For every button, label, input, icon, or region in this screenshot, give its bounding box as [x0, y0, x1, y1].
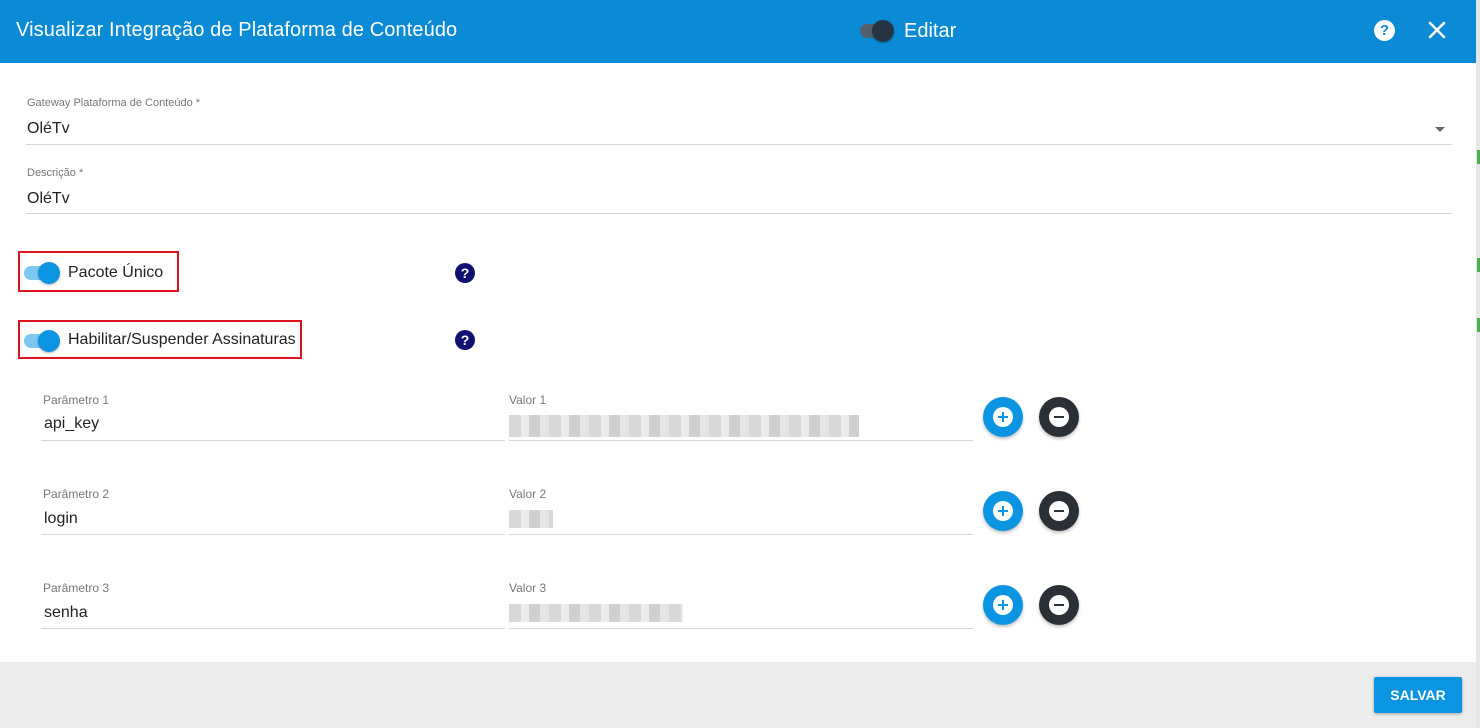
- minus-icon: [1049, 407, 1069, 427]
- plus-icon: [993, 595, 1013, 615]
- minus-icon: [1049, 595, 1069, 615]
- add-param-1-button[interactable]: [983, 397, 1023, 437]
- gateway-label: Gateway Plataforma de Conteúdo *: [27, 97, 201, 109]
- gateway-select[interactable]: OléTv: [27, 120, 70, 138]
- save-button[interactable]: SALVAR: [1374, 677, 1462, 713]
- param-1-label: Parâmetro 1: [43, 393, 110, 407]
- plus-icon: [993, 407, 1013, 427]
- param-2-input[interactable]: login: [44, 510, 78, 528]
- param-1-input[interactable]: api_key: [44, 415, 99, 433]
- minus-icon: [1049, 501, 1069, 521]
- switch-knob: [38, 330, 60, 352]
- add-param-3-button[interactable]: [983, 585, 1023, 625]
- gateway-underline: [26, 144, 1452, 145]
- window-edge: [1476, 0, 1480, 728]
- edit-toggle-label: Editar: [904, 20, 957, 42]
- remove-param-2-button[interactable]: [1039, 491, 1079, 531]
- valor-1-input[interactable]: [509, 415, 859, 437]
- descricao-input[interactable]: OléTv: [27, 190, 70, 208]
- habilitar-label: Habilitar/Suspender Assinaturas: [68, 331, 296, 348]
- valor-3-underline: [509, 628, 973, 629]
- pacote-unico-help-icon[interactable]: ?: [455, 263, 475, 283]
- param-3-underline: [41, 628, 505, 629]
- descricao-label: Descrição *: [27, 167, 84, 179]
- valor-2-underline: [509, 534, 973, 535]
- switch-knob: [38, 262, 60, 284]
- dialog-footer: SALVAR: [0, 662, 1476, 728]
- chevron-down-icon[interactable]: [1435, 127, 1445, 132]
- dialog-header: Visualizar Integração de Plataforma de C…: [0, 0, 1476, 63]
- close-icon[interactable]: [1425, 18, 1449, 42]
- dialog-title: Visualizar Integração de Plataforma de C…: [16, 19, 458, 41]
- descricao-underline: [26, 213, 1452, 214]
- valor-2-label: Valor 2: [509, 487, 547, 501]
- remove-param-3-button[interactable]: [1039, 585, 1079, 625]
- pacote-unico-label: Pacote Único: [68, 264, 164, 281]
- param-3-label: Parâmetro 3: [43, 581, 110, 595]
- valor-3-input[interactable]: [509, 604, 683, 622]
- param-2-underline: [41, 534, 505, 535]
- help-icon[interactable]: ?: [1374, 20, 1395, 41]
- param-3-input[interactable]: senha: [44, 604, 88, 622]
- valor-1-underline: [509, 440, 973, 441]
- valor-1-label: Valor 1: [509, 393, 547, 407]
- edit-toggle-knob: [872, 20, 894, 42]
- habilitar-switch[interactable]: [24, 330, 60, 352]
- param-2-label: Parâmetro 2: [43, 487, 110, 501]
- param-1-underline: [41, 440, 505, 441]
- remove-param-1-button[interactable]: [1039, 397, 1079, 437]
- habilitar-help-icon[interactable]: ?: [455, 330, 475, 350]
- valor-3-label: Valor 3: [509, 581, 547, 595]
- plus-icon: [993, 501, 1013, 521]
- valor-2-input[interactable]: [509, 510, 553, 528]
- pacote-unico-switch[interactable]: [24, 262, 60, 284]
- add-param-2-button[interactable]: [983, 491, 1023, 531]
